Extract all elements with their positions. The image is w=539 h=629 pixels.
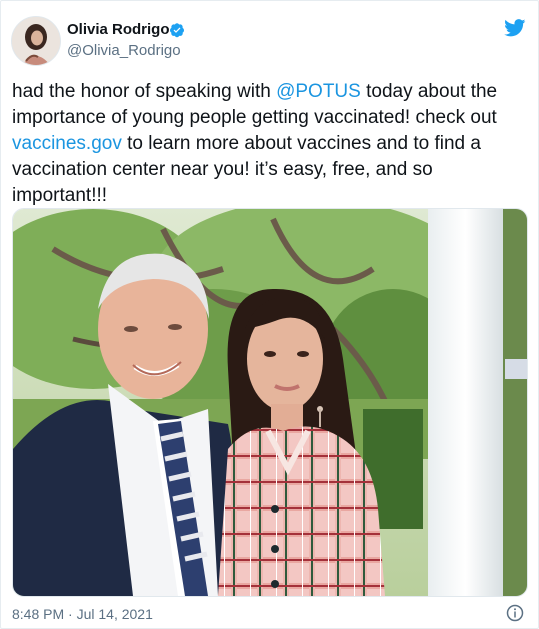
author-display-name[interactable]: Olivia Rodrigo	[67, 21, 170, 39]
info-icon[interactable]	[506, 604, 524, 622]
tweet-card: Olivia Rodrigo @Olivia_Rodrigo had the h…	[0, 0, 539, 629]
selfie-photo-image	[13, 209, 527, 596]
tweet-photo[interactable]	[12, 208, 528, 597]
author-handle[interactable]: @Olivia_Rodrigo	[67, 42, 181, 60]
tweet-text: had the honor of speaking with @POTUS to…	[12, 79, 530, 209]
twitter-bird-icon[interactable]	[504, 19, 526, 37]
verified-badge-icon	[170, 23, 184, 38]
vaccines-gov-link[interactable]: vaccines.gov	[12, 133, 122, 154]
tweet-timestamp[interactable]: 8:48 PM · Jul 14, 2021	[12, 605, 153, 623]
tweet-text-part: had the honor of speaking with	[12, 81, 277, 102]
author-avatar[interactable]	[11, 16, 61, 66]
mention-link-potus[interactable]: @POTUS	[276, 81, 361, 102]
avatar-image	[12, 17, 60, 65]
